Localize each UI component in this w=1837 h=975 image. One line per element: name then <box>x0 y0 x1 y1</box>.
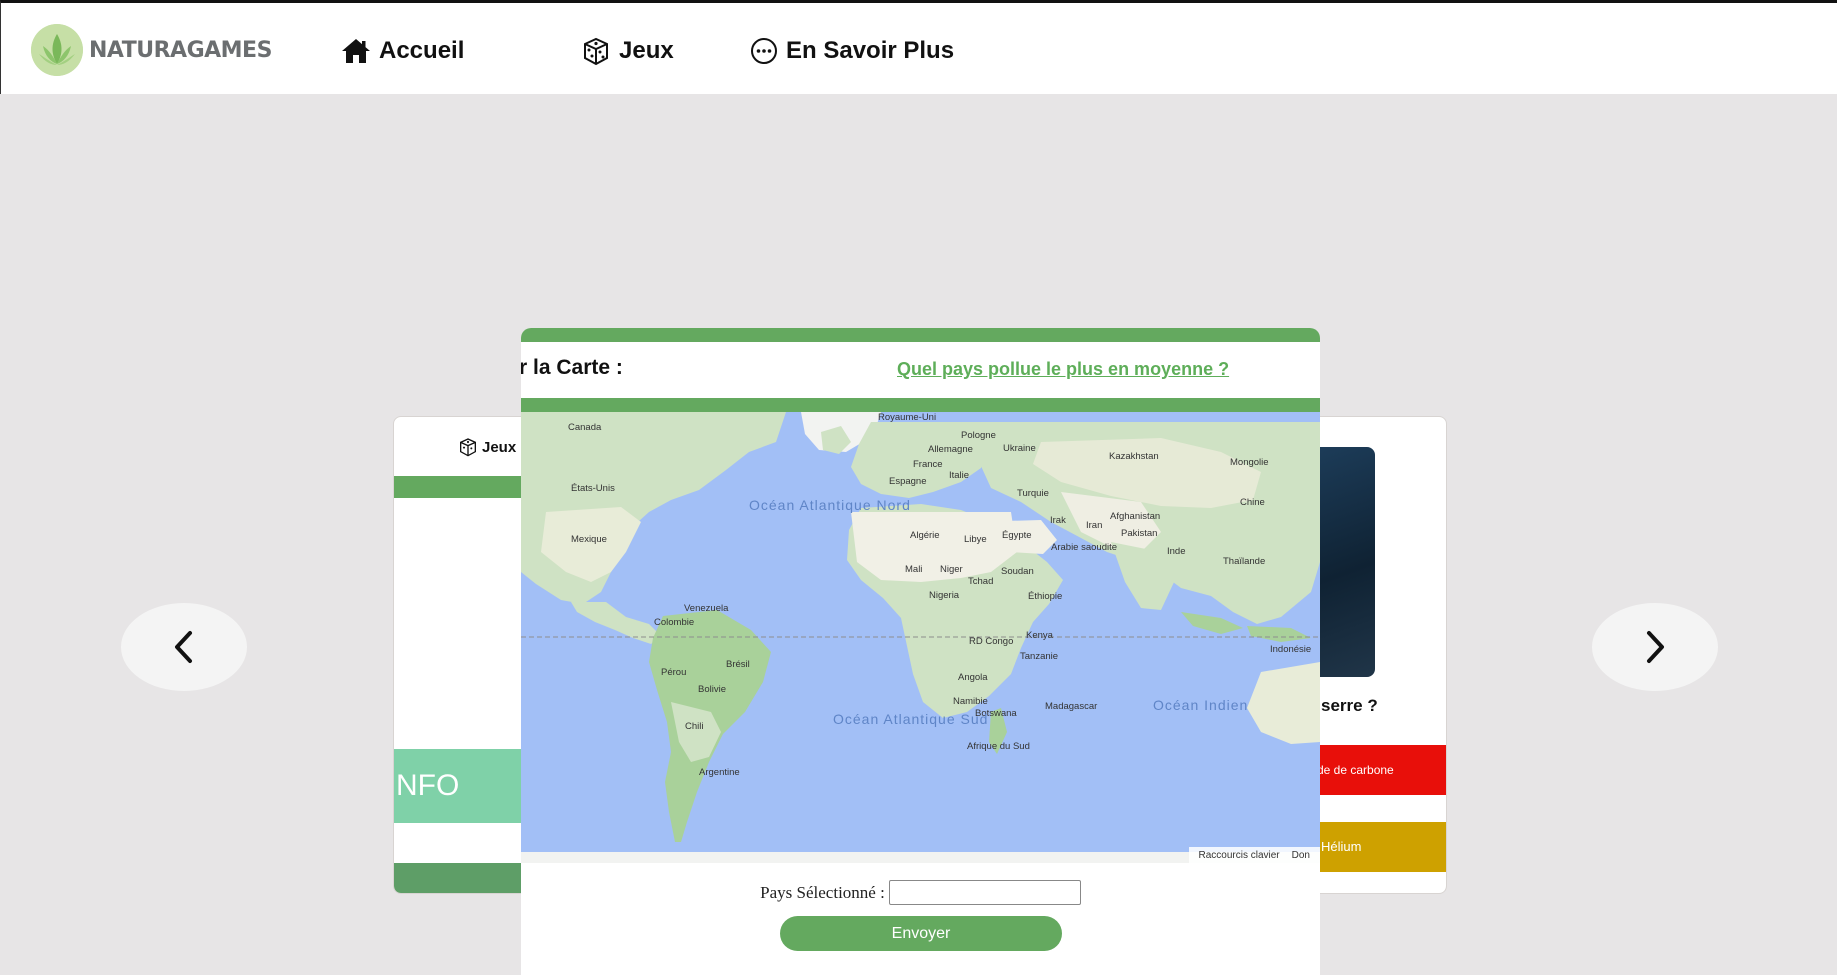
map-label-ukraine: Ukraine <box>1003 443 1036 454</box>
selected-country-input[interactable] <box>888 880 1081 905</box>
nav-en-savoir-plus-label: En Savoir Plus <box>786 37 955 64</box>
carousel-prev-button[interactable] <box>121 603 247 691</box>
map-label-mali: Mali <box>905 564 922 575</box>
world-map-graphic: Royaume-Uni Pologne Allemagne Ukraine Ka… <box>521 412 1320 863</box>
dice-icon <box>460 438 476 457</box>
map-label-iran: Iran <box>1086 520 1102 531</box>
map-label-bolivie: Bolivie <box>698 684 726 695</box>
map-label-arabie-saoudite: Arabie saoudite <box>1051 542 1117 553</box>
map-ocean-atlantique-sud: Océan Atlantique Sud <box>833 711 988 727</box>
map-label-colombie: Colombie <box>654 617 694 628</box>
quiz-question: serre ? <box>1321 696 1378 715</box>
question-link[interactable]: Quel pays pollue le plus en moyenne ? <box>897 359 1229 380</box>
map-data-link[interactable]: Don <box>1286 850 1316 861</box>
map-label-mexique: Mexique <box>571 534 607 545</box>
chevron-right-icon <box>1647 631 1664 663</box>
selected-country-label: Pays Sélectionné : <box>760 882 885 902</box>
map-label-kazakhstan: Kazakhstan <box>1109 451 1159 462</box>
keyboard-shortcuts-link[interactable]: Raccourcis clavier <box>1193 850 1286 861</box>
map-label-etats-unis: États-Unis <box>571 483 615 494</box>
map-label-perou: Pérou <box>661 667 686 678</box>
map-label-nigeria: Nigeria <box>929 590 960 601</box>
map-label-bresil: Brésil <box>726 659 750 670</box>
map-label-allemagne: Allemagne <box>928 444 973 455</box>
left-card-header-label: Jeux <box>482 438 517 456</box>
map-label-argentine: Argentine <box>699 767 740 778</box>
logo[interactable]: NATURAGAMES <box>31 23 272 77</box>
map-label-royaume-uni: Royaume-Uni <box>878 412 936 423</box>
map-label-chine: Chine <box>1240 497 1265 508</box>
map-label-namibie: Namibie <box>953 696 988 707</box>
map-label-irak: Irak <box>1050 515 1066 526</box>
map-label-libye: Libye <box>964 534 987 545</box>
map-label-thailande: Thaïlande <box>1223 556 1265 567</box>
home-icon <box>342 39 370 63</box>
map-label-turquie: Turquie <box>1017 488 1049 499</box>
map-ocean-indien: Océan Indien <box>1153 697 1248 713</box>
dice-icon <box>584 37 608 66</box>
nav-accueil-label: Accueil <box>379 37 465 64</box>
map-label-pologne: Pologne <box>961 430 996 441</box>
modal-heading: r la Carte : <box>521 356 623 379</box>
nav-jeux[interactable]: Jeux <box>581 33 674 69</box>
map-label-inde: Inde <box>1167 546 1186 557</box>
map-label-afghanistan: Afghanistan <box>1110 511 1160 522</box>
map-label-tchad: Tchad <box>968 576 993 587</box>
map-ocean-atlantique-nord: Océan Atlantique Nord <box>749 497 911 513</box>
logo-text: NATURAGAMES <box>89 37 272 63</box>
map-label-italie: Italie <box>949 470 969 481</box>
map-label-indonesie: Indonésie <box>1270 644 1311 655</box>
map-label-france: France <box>913 459 943 470</box>
info-button[interactable]: NFO <box>394 749 542 823</box>
modal-top-strip <box>521 328 1320 342</box>
world-map[interactable]: Royaume-Uni Pologne Allemagne Ukraine Ka… <box>521 412 1320 863</box>
top-navigation: NATURAGAMES Accueil Jeux En Savoir Plus <box>0 0 1837 94</box>
map-label-egypte: Égypte <box>1002 530 1032 541</box>
carousel-next-button[interactable] <box>1592 603 1718 691</box>
nav-en-savoir-plus[interactable]: En Savoir Plus <box>750 33 954 69</box>
map-label-angola: Angola <box>958 672 988 683</box>
map-label-niger: Niger <box>940 564 963 575</box>
country-form: Pays Sélectionné : <box>521 880 1320 905</box>
map-label-soudan: Soudan <box>1001 566 1034 577</box>
chevron-left-icon <box>175 631 192 663</box>
left-card-footer-strip <box>394 863 542 893</box>
map-label-chili: Chili <box>685 721 703 732</box>
submit-button[interactable]: Envoyer <box>780 916 1062 951</box>
map-label-tanzanie: Tanzanie <box>1020 651 1058 662</box>
map-game-modal: r la Carte : Quel pays pollue le plus en… <box>521 328 1320 975</box>
map-label-kenya: Kenya <box>1026 630 1054 641</box>
nav-accueil[interactable]: Accueil <box>341 33 464 69</box>
map-label-canada: Canada <box>568 422 602 433</box>
left-card-header: Jeux <box>458 437 516 457</box>
map-label-mongolie: Mongolie <box>1230 457 1269 468</box>
map-label-pakistan: Pakistan <box>1121 528 1157 539</box>
map-label-venezuela: Venezuela <box>684 603 729 614</box>
map-label-espagne: Espagne <box>889 476 927 487</box>
left-card-divider <box>394 476 542 498</box>
map-label-afrique-du-sud: Afrique du Sud <box>967 741 1030 752</box>
nav-jeux-label: Jeux <box>619 37 674 64</box>
lotus-logo-icon <box>31 24 83 76</box>
modal-divider-strip <box>521 398 1320 412</box>
map-footer: Raccourcis clavier Don <box>1188 847 1320 863</box>
map-label-ethiopie: Éthiopie <box>1028 591 1062 602</box>
map-label-algerie: Algérie <box>910 530 940 541</box>
ellipsis-circle-icon <box>751 38 777 64</box>
map-label-madagascar: Madagascar <box>1045 701 1097 712</box>
map-label-rd-congo: RD Congo <box>969 636 1013 647</box>
